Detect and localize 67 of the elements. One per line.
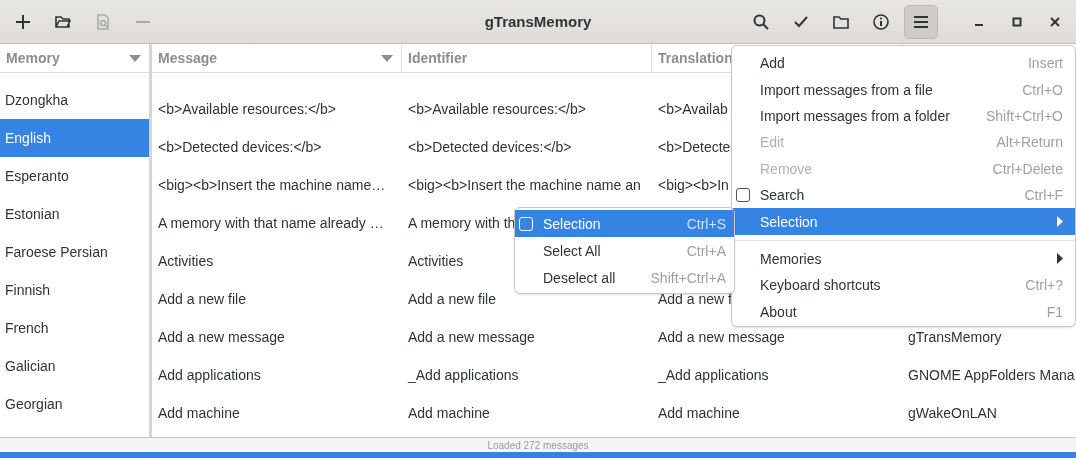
sort-arrow-icon [381, 54, 393, 62]
submenu-arrow-icon [1057, 253, 1063, 265]
table-cell: Add machine [408, 405, 490, 421]
memory-item[interactable]: Estonian [0, 195, 149, 233]
table-cell: _Add applications [658, 367, 769, 383]
table-cell: <b>Available resources:</b> [408, 101, 586, 117]
menu-item[interactable]: Search Ctrl+F [732, 181, 1075, 209]
menu-item[interactable]: Select All Ctrl+A [515, 237, 734, 264]
memory-item[interactable]: English [0, 119, 149, 157]
menu-item[interactable]: Add Insert [732, 50, 1075, 77]
table-cell: Add a new message [658, 329, 785, 345]
memory-item[interactable]: Finnish [0, 271, 149, 309]
status-text: Loaded 272 messages [487, 439, 589, 451]
memory-item[interactable]: French [0, 309, 149, 347]
table-cell: <b>Detecte [658, 139, 731, 155]
memory-item[interactable]: Dzongkha [0, 81, 149, 119]
memory-item[interactable]: Georgian [0, 385, 149, 423]
dropdown-arrow-icon [129, 54, 141, 62]
minus-icon [135, 19, 151, 24]
window-title: gTransMemory [484, 13, 592, 30]
table-cell: A memory with that name already … [158, 215, 384, 231]
submenu-arrow-icon [1057, 216, 1063, 228]
memory-item[interactable]: Esperanto [0, 157, 149, 195]
table-cell: Add machine [658, 405, 740, 421]
table-cell: <b>Availab [658, 101, 728, 117]
memory-item[interactable]: Faroese Persian [0, 233, 149, 271]
table-cell: Add a new message [408, 329, 535, 345]
menu-item[interactable]: Import messages from a file Ctrl+O [732, 76, 1075, 103]
plus-icon [15, 13, 31, 30]
memory-item[interactable]: Galician [0, 347, 149, 385]
checkmark-icon [794, 15, 808, 28]
search-icon [753, 13, 769, 30]
close-icon [1050, 16, 1060, 27]
folder-icon [833, 14, 849, 29]
table-cell: <b>Detected devices:</b> [158, 139, 322, 155]
table-cell: Add a new file [158, 291, 246, 307]
document-search-icon [96, 13, 110, 30]
checkbox[interactable] [736, 188, 750, 203]
table-cell: Activities [158, 253, 214, 269]
table-cell: <big><b>Insert the machine name… [158, 177, 386, 193]
table-cell: <b>Detected devices:</b> [408, 139, 572, 155]
menu-item[interactable]: Selection Ctrl+S [515, 210, 734, 237]
menu-item[interactable]: About F1 [732, 298, 1075, 325]
table-cell: _Add applications [408, 367, 519, 383]
table-cell: gTransMemory [908, 329, 1002, 345]
menu-button[interactable] [904, 4, 938, 39]
menu-item[interactable]: Deselect all Shift+Ctrl+A [515, 264, 734, 291]
menu-icon [913, 14, 929, 29]
minimize-icon [975, 24, 983, 26]
info-icon [873, 13, 889, 30]
table-cell: Add machine [158, 405, 240, 421]
menu-item[interactable]: Import messages from a folder Shift+Ctrl+O [732, 102, 1075, 130]
table-cell: <big><b>Insert the machine name an [408, 177, 641, 193]
table-cell: <big><b>In [658, 177, 729, 193]
table-cell: GNOME AppFolders Mana [908, 367, 1075, 383]
table-cell: Add a new file [408, 291, 496, 307]
folder-icon [55, 14, 71, 29]
maximize-icon [1012, 16, 1022, 27]
table-cell: Add applications [158, 367, 261, 383]
table-cell: Activities [408, 253, 464, 269]
table-cell: gWakeOnLAN [908, 405, 997, 421]
table-cell: Add a new message [158, 329, 285, 345]
table-cell: A memory with th [408, 215, 516, 231]
table-cell: <b>Available resources:</b> [158, 101, 336, 117]
menu-item[interactable]: Memories [732, 245, 1075, 273]
menu-item[interactable]: Keyboard shortcuts Ctrl+? [732, 272, 1075, 299]
menu-item[interactable]: Selection [732, 208, 1075, 235]
